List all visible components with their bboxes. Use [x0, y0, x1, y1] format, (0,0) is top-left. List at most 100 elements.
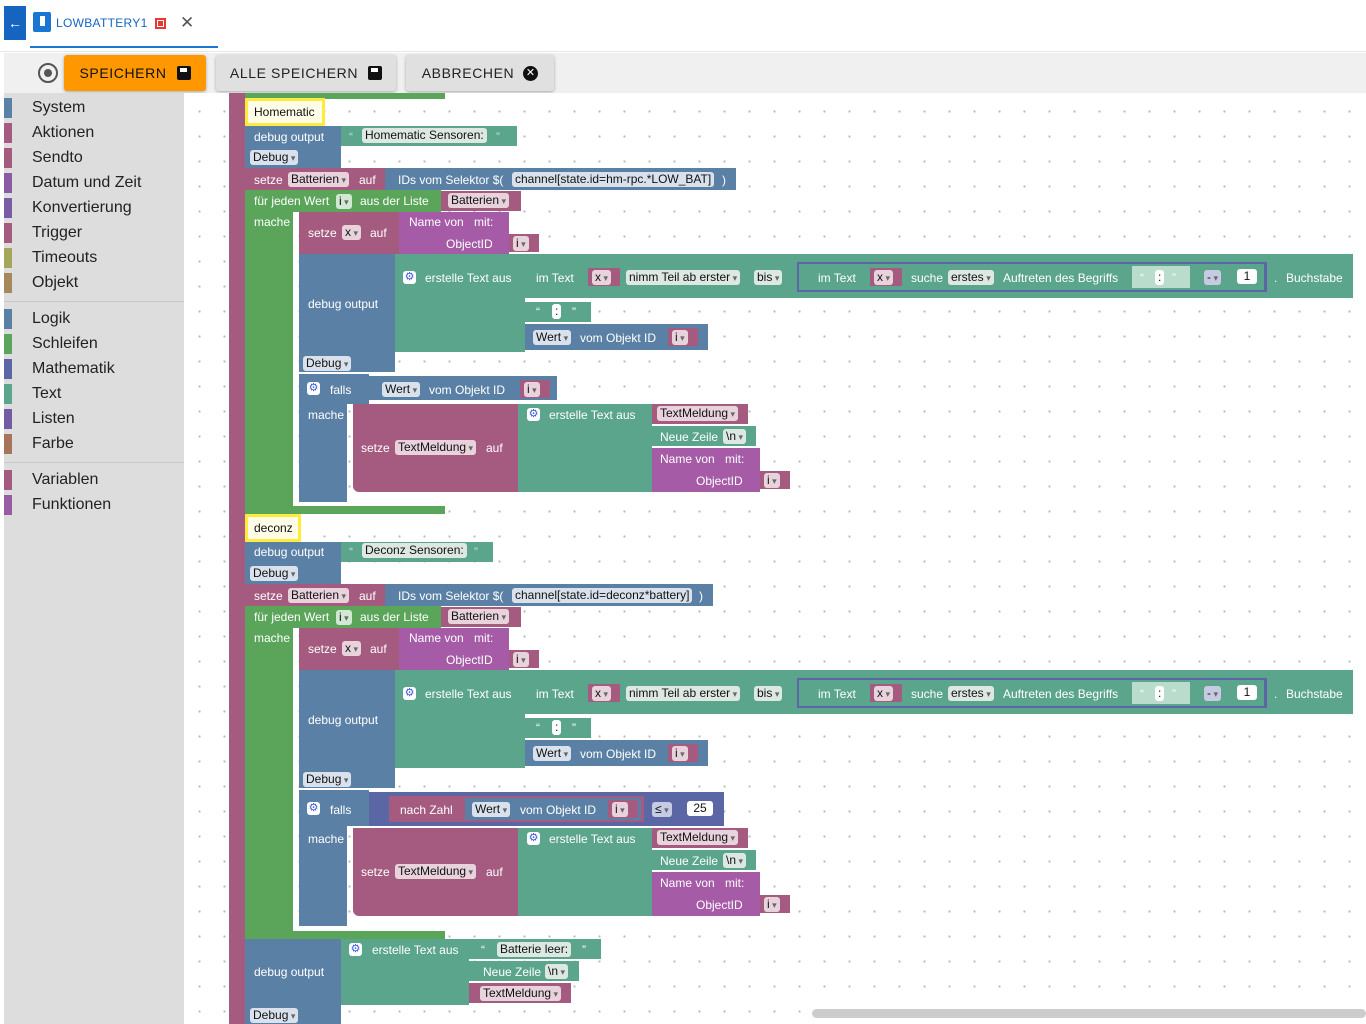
save-all-button[interactable]: ALLE SPEICHERN [216, 55, 396, 91]
debug-dropdown[interactable]: Debug [250, 1008, 299, 1023]
save-button[interactable]: SPEICHERN [64, 55, 206, 91]
category-trigger[interactable]: Trigger [4, 222, 184, 244]
close-icon[interactable]: ✕ [180, 13, 194, 33]
category-datum-und-zeit[interactable]: Datum und Zeit [4, 172, 184, 194]
text-field[interactable]: : [552, 304, 562, 319]
debug-dropdown[interactable]: Debug [250, 566, 299, 581]
operator-dropdown[interactable]: ≤ [652, 802, 672, 817]
newline-dropdown[interactable]: \n [723, 429, 747, 444]
debug-dropdown[interactable]: Debug [250, 150, 299, 165]
variable-dropdown[interactable]: x [874, 686, 894, 701]
category-text[interactable]: Text [4, 383, 184, 405]
label: für jeden Wert [254, 610, 330, 624]
variable-dropdown[interactable]: Batterien [288, 172, 350, 187]
category-mathematik[interactable]: Mathematik [4, 358, 184, 380]
value-dropdown[interactable]: Wert [382, 382, 421, 397]
variable-dropdown[interactable]: Batterien [448, 193, 510, 208]
operator-dropdown[interactable]: - [1204, 270, 1222, 285]
category-farbe[interactable]: Farbe [4, 433, 184, 455]
variable-dropdown[interactable]: x [874, 270, 894, 285]
variable-dropdown[interactable]: x [342, 225, 362, 240]
variable-dropdown[interactable]: x [342, 641, 362, 656]
category-konvertierung[interactable]: Konvertierung [4, 197, 184, 219]
category-logik[interactable]: Logik [4, 308, 184, 330]
variable-dropdown[interactable]: TextMeldung [480, 986, 562, 1001]
back-arrow-icon[interactable]: ← [4, 6, 26, 40]
mode-dropdown[interactable]: bis [754, 686, 783, 701]
label: auf [370, 226, 387, 240]
blockly-workspace[interactable]: Homematic debug output Debug “ Homematic… [184, 93, 1366, 1024]
text-field[interactable]: Batterie leer: [497, 942, 572, 957]
gear-icon[interactable]: ⚙ [349, 943, 362, 956]
variable-dropdown[interactable]: TextMeldung [395, 440, 477, 455]
variable-dropdown[interactable]: i [612, 802, 628, 817]
variable-dropdown[interactable]: x [592, 270, 612, 285]
value-dropdown[interactable]: Wert [533, 330, 572, 345]
horizontal-scrollbar[interactable] [812, 1009, 1366, 1018]
debug-dropdown[interactable]: Debug [303, 356, 352, 371]
newline-dropdown[interactable]: \n [723, 853, 747, 868]
label: debug output [254, 965, 325, 979]
category-timeouts[interactable]: Timeouts [4, 247, 184, 269]
for-each-block[interactable] [245, 606, 293, 931]
number-field[interactable]: 25 [687, 801, 713, 816]
variable-dropdown[interactable]: Batterien [448, 609, 510, 624]
category-system[interactable]: System [4, 97, 184, 119]
text-field[interactable]: : [552, 720, 562, 735]
operator-dropdown[interactable]: - [1204, 686, 1222, 701]
gear-icon[interactable]: ⚙ [403, 271, 416, 284]
text-field[interactable]: : [1155, 270, 1165, 285]
category-variablen[interactable]: Variablen [4, 469, 184, 491]
debug-output-block[interactable] [299, 254, 395, 372]
variable-dropdown[interactable]: i [672, 746, 688, 761]
mode-dropdown[interactable]: erstes [948, 686, 994, 701]
create-text-block[interactable] [395, 670, 525, 768]
variable-dropdown[interactable]: i [524, 382, 540, 397]
text-field[interactable]: Homematic Sensoren: [362, 128, 487, 143]
gear-icon[interactable]: ⚙ [527, 408, 540, 421]
selector-field[interactable]: channel[state.id=hm-rpc.*LOW_BAT] [512, 172, 715, 187]
newline-dropdown[interactable]: \n [545, 964, 569, 979]
selector-field[interactable]: channel[state.id=deconz*battery] [512, 588, 693, 603]
value-dropdown[interactable]: Wert [472, 802, 511, 817]
variable-dropdown[interactable]: i [513, 236, 529, 251]
variable-dropdown[interactable]: i [336, 610, 352, 625]
category-objekt[interactable]: Objekt [4, 272, 184, 294]
text-field[interactable]: : [1155, 686, 1165, 701]
cancel-button[interactable]: ABBRECHEN ✕ [406, 55, 554, 91]
gear-icon[interactable]: ⚙ [403, 687, 416, 700]
category-funktionen[interactable]: Funktionen [4, 494, 184, 516]
number-field[interactable]: 1 [1237, 269, 1257, 284]
tab-lowbattery1[interactable]: LOWBATTERY1 ✕ [30, 0, 218, 48]
stop-icon[interactable] [155, 18, 166, 29]
value-dropdown[interactable]: Wert [533, 746, 572, 761]
variable-dropdown[interactable]: TextMeldung [657, 406, 739, 421]
target-icon[interactable] [38, 63, 58, 83]
mode-dropdown[interactable]: erstes [948, 270, 994, 285]
debug-dropdown[interactable]: Debug [303, 772, 352, 787]
variable-dropdown[interactable]: i [764, 897, 780, 912]
debug-output-block[interactable] [299, 670, 395, 788]
gear-icon[interactable]: ⚙ [527, 832, 540, 845]
variable-dropdown[interactable]: x [592, 686, 612, 701]
gear-icon[interactable]: ⚙ [307, 802, 320, 815]
variable-dropdown[interactable]: i [336, 194, 352, 209]
category-schleifen[interactable]: Schleifen [4, 333, 184, 355]
variable-dropdown[interactable]: Batterien [288, 588, 350, 603]
gear-icon[interactable]: ⚙ [307, 382, 320, 395]
variable-dropdown[interactable]: i [764, 473, 780, 488]
mode-dropdown[interactable]: nimm Teil ab erster [626, 686, 741, 701]
for-each-block[interactable] [245, 190, 293, 506]
number-field[interactable]: 1 [1237, 685, 1257, 700]
category-sendto[interactable]: Sendto [4, 147, 184, 169]
text-field[interactable]: Deconz Sensoren: [362, 543, 467, 558]
mode-dropdown[interactable]: bis [754, 270, 783, 285]
create-text-block[interactable] [395, 254, 525, 352]
category-listen[interactable]: Listen [4, 408, 184, 430]
variable-dropdown[interactable]: i [513, 652, 529, 667]
variable-dropdown[interactable]: TextMeldung [395, 864, 477, 879]
variable-dropdown[interactable]: i [672, 330, 688, 345]
category-aktionen[interactable]: Aktionen [4, 122, 184, 144]
mode-dropdown[interactable]: nimm Teil ab erster [626, 270, 741, 285]
variable-dropdown[interactable]: TextMeldung [657, 830, 739, 845]
